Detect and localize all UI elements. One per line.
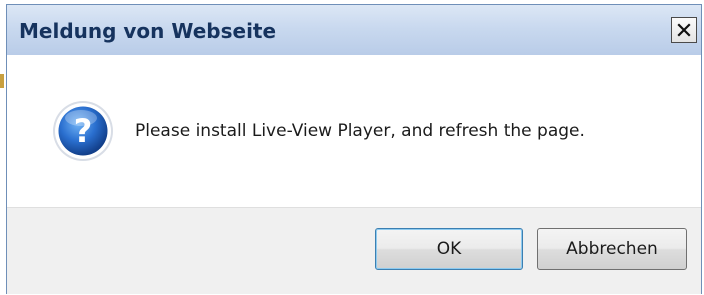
dialog-content: ? Please install Live-View Player, and r… (7, 55, 701, 207)
svg-text:?: ? (74, 112, 93, 150)
dialog-title: Meldung von Webseite (19, 19, 277, 43)
dialog-button-bar: OK Abbrechen (7, 207, 701, 294)
dialog-titlebar[interactable]: Meldung von Webseite (7, 5, 701, 55)
question-icon: ? (51, 99, 115, 163)
dialog-message: Please install Live-View Player, and ref… (135, 121, 585, 141)
ok-button[interactable]: OK (375, 228, 523, 270)
cancel-button[interactable]: Abbrechen (537, 228, 687, 270)
background-edge-mark (0, 74, 4, 88)
close-button[interactable] (671, 17, 697, 43)
close-x-icon (677, 23, 691, 37)
message-dialog: Meldung von Webseite ? Please install Li… (6, 4, 702, 294)
